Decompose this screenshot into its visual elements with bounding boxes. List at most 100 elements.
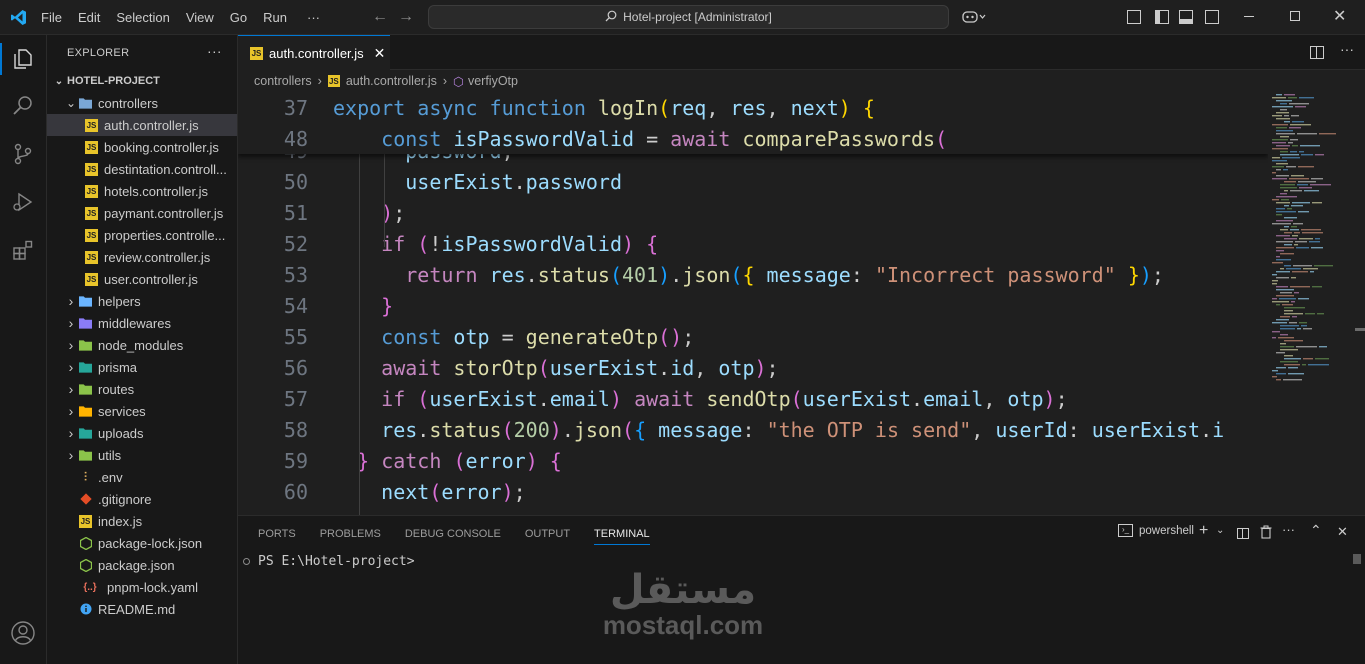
code-token: ; [766,355,779,380]
terminal-profile[interactable]: ›_ powershell [1118,524,1194,537]
file-item[interactable]: JS auth.controller.js [47,114,237,136]
minimap-stroke [1296,247,1309,249]
minimize-icon[interactable] [1244,16,1254,17]
toggle-primary-sidebar-icon[interactable] [1155,10,1169,24]
breadcrumb-folder[interactable]: controllers [254,74,312,88]
code-token: } [381,293,394,318]
explorer-icon[interactable] [9,45,37,73]
tab-output[interactable]: OUTPUT [525,516,570,551]
breadcrumb-file[interactable]: auth.controller.js [346,74,437,88]
minimap-stroke [1276,235,1290,237]
code-token: status [429,417,502,442]
folder-item[interactable]: › helpers [47,290,237,312]
minimap-stroke [1276,118,1290,120]
extensions-icon[interactable] [9,236,37,264]
file-item[interactable]: package.json [47,554,237,576]
folder-icon [79,361,92,374]
file-item[interactable]: {..} pnpm-lock.yaml [47,576,237,598]
title-bar: File Edit Selection View Go Run ··· ← → … [0,0,1365,35]
code-token: isPasswordValid [441,231,623,256]
minimap[interactable] [1268,92,1365,515]
scrollbar-thumb[interactable] [1355,328,1365,331]
source-control-icon[interactable] [9,140,37,168]
file-item[interactable]: package-lock.json [47,532,237,554]
file-item[interactable]: JS index.js [47,510,237,532]
split-terminal-icon[interactable] [1237,528,1249,539]
breadcrumb-symbol[interactable]: verfiyOtp [468,74,518,88]
menu-file[interactable]: File [33,10,70,25]
folder-item[interactable]: › services [47,400,237,422]
forward-arrow-icon[interactable]: → [398,8,414,26]
split-editor-icon[interactable] [1310,46,1324,59]
close-tab-icon[interactable]: ✕ [374,45,386,62]
js-file-icon: JS [85,206,98,220]
project-root[interactable]: ⌄ HOTEL-PROJECT [47,70,237,92]
code-token: , [706,95,731,120]
customize-layout-icon[interactable] [1127,10,1141,24]
trash-icon[interactable] [1260,525,1272,544]
file-item[interactable]: JS booking.controller.js [47,136,237,158]
code-token: i [1212,417,1225,442]
menu-view[interactable]: View [178,10,222,25]
file-item[interactable]: .gitignore [47,488,237,510]
sticky-scroll[interactable]: 37 export async function logIn(req, res, … [238,92,1268,154]
copilot-icon[interactable] [962,9,986,25]
code-token: ; [1151,262,1164,287]
minimap-stroke [1284,94,1295,96]
minimap-stroke [1276,208,1285,210]
menu-go[interactable]: Go [222,10,255,25]
minimap-stroke [1276,214,1282,216]
menu-edit[interactable]: Edit [70,10,108,25]
close-window-icon[interactable]: ✕ [1333,6,1346,26]
tab-terminal[interactable]: TERMINAL [594,516,650,551]
folder-item[interactable]: ⌄ controllers [47,92,237,114]
maximize-panel-icon[interactable]: ⌃ [1310,522,1322,539]
new-terminal-icon[interactable]: + [1199,522,1208,540]
minimap-stroke [1276,196,1297,198]
code-token: email [549,386,610,411]
tab-ports[interactable]: PORTS [258,516,296,551]
code-editor[interactable]: 37 export async function logIn(req, res, … [238,92,1268,515]
minimap-stroke [1282,157,1300,159]
command-center-search[interactable]: Hotel-project [Administrator] [428,5,949,29]
tab-problems[interactable]: PROBLEMS [320,516,381,551]
file-item[interactable]: JS paymant.controller.js [47,202,237,224]
file-item[interactable]: JS hotels.controller.js [47,180,237,202]
menu-run[interactable]: Run [255,10,295,25]
folder-item[interactable]: › node_modules [47,334,237,356]
toggle-secondary-sidebar-icon[interactable] [1205,10,1219,24]
folder-item[interactable]: › utils [47,444,237,466]
terminal-scrollbar[interactable] [1353,554,1361,564]
menu-more[interactable]: ··· [295,10,328,25]
more-actions-icon[interactable]: ··· [1282,522,1295,537]
file-item[interactable]: JS destintation.controll... [47,158,237,180]
close-panel-icon[interactable]: ✕ [1337,524,1348,540]
terminal-output[interactable]: PS E:\Hotel-project> [243,554,415,569]
tab-debug-console[interactable]: DEBUG CONSOLE [405,516,501,551]
chevron-down-icon[interactable]: ⌄ [1216,525,1224,536]
code-token: userExist [405,169,514,194]
more-actions-icon[interactable]: ··· [1340,41,1354,57]
menu-selection[interactable]: Selection [108,10,177,25]
back-arrow-icon[interactable]: ← [372,8,388,26]
folder-item[interactable]: › routes [47,378,237,400]
explorer-more-button[interactable]: ··· [207,43,222,59]
file-item[interactable]: JS properties.controlle... [47,224,237,246]
restore-icon[interactable] [1290,11,1300,21]
file-item[interactable]: ⫶ .env [47,466,237,488]
minimap-stroke [1317,313,1324,315]
file-item[interactable]: JS user.controller.js [47,268,237,290]
file-item[interactable]: README.md [47,598,237,620]
file-item[interactable]: JS review.controller.js [47,246,237,268]
search-sidebar-icon[interactable] [9,92,37,120]
account-icon[interactable] [9,619,37,647]
tab-auth-controller[interactable]: JS auth.controller.js ✕ [238,35,390,70]
folder-item[interactable]: › middlewares [47,312,237,334]
folder-item[interactable]: › prisma [47,356,237,378]
minimap-stroke [1280,229,1288,231]
run-debug-icon[interactable] [9,188,37,216]
toggle-panel-icon[interactable] [1179,10,1193,24]
folder-item[interactable]: › uploads [47,422,237,444]
minimap-stroke [1276,127,1287,129]
